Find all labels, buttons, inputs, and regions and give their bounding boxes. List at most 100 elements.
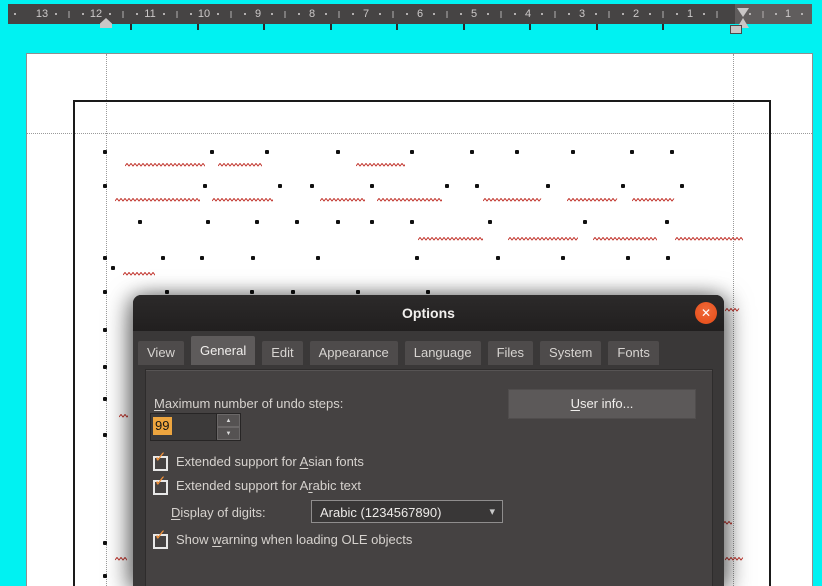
text-dot [515,150,519,154]
ruler-tick [14,13,16,15]
checkbox-checked-icon: ✓ [154,448,167,466]
ruler-tick [406,13,408,15]
spinner-buttons: ▲ ▼ [216,414,240,440]
text-dot [571,150,575,154]
text-dot [250,290,254,294]
desktop: 131211109876543211 Options ✕ ViewGeneral… [0,0,822,586]
ruler-tick [109,13,111,15]
user-info-button[interactable]: User info... [508,389,696,419]
text-dot [410,220,414,224]
spellcheck-squiggle [593,237,657,241]
ruler-number: 9 [255,4,261,24]
tab-system[interactable]: System [540,341,601,365]
ruler-number: 8 [309,4,315,24]
ruler-tick [460,13,462,15]
text-dot [278,184,282,188]
undo-steps-value[interactable]: 99 [151,414,216,440]
checkbox-arabic-label: Extended support for Arabic text [176,478,361,493]
tabstop-tick [662,24,664,30]
spellcheck-squiggle [725,557,743,561]
checkbox-asian-label: Extended support for Asian fonts [176,454,364,469]
ruler-number: 13 [36,4,48,24]
tab-appearance[interactable]: Appearance [310,341,398,365]
text-dot [316,256,320,260]
tabstop-tick [463,24,465,30]
ruler-tick [541,13,543,15]
digits-combobox[interactable]: Arabic (1234567890) ▾ [311,500,503,523]
general-tab-panel: Maximum number of undo steps: User info.… [145,369,713,586]
text-dot [561,256,565,260]
text-dot [621,184,625,188]
text-dot [111,266,115,270]
spin-down-icon: ▼ [226,431,232,437]
text-dot [210,150,214,154]
left-indent-marker[interactable] [730,25,742,34]
text-dot [295,220,299,224]
tabstop-tick [596,24,598,30]
close-button[interactable]: ✕ [695,302,717,324]
text-dot [488,220,492,224]
tab-fonts[interactable]: Fonts [608,341,659,365]
text-dot [410,150,414,154]
tabstop-tick [396,24,398,30]
ruler-tick [717,11,718,18]
ruler-number: 3 [579,4,585,24]
digits-combobox-value: Arabic (1234567890) [320,505,441,520]
frame-border-right [769,100,771,586]
horizontal-ruler[interactable]: 131211109876543211 [8,4,812,24]
text-dot [255,220,259,224]
dialog-titlebar[interactable]: Options ✕ [133,295,724,331]
ruler-tick [775,13,777,15]
ruler-tick [339,11,340,18]
ruler-tick [663,11,664,18]
ruler-tick [69,11,70,18]
text-dot [496,256,500,260]
spellcheck-squiggle [115,198,200,202]
ruler-number: 6 [417,4,423,24]
text-dot [200,256,204,260]
ruler-tick [163,13,165,15]
text-dot [370,184,374,188]
spellcheck-squiggle [483,198,542,202]
ruler-number: 1 [785,4,791,24]
spellcheck-squiggle [218,163,262,167]
ruler-tick [447,11,448,18]
ruler-tick [514,13,516,15]
ruler-tick [217,13,219,15]
tabstop-tick [130,24,132,30]
tab-files[interactable]: Files [488,341,533,365]
text-dot [103,574,107,578]
text-dot [165,290,169,294]
ruler-tick [136,13,138,15]
text-dot [470,150,474,154]
ruler-tick [379,13,381,15]
tab-view[interactable]: View [138,341,184,365]
spin-down-button[interactable]: ▼ [217,427,240,440]
ruler-tick [393,11,394,18]
digits-label: Display of digits: [171,505,266,520]
text-dot [680,184,684,188]
text-dot [103,184,107,188]
tabstop-tick [197,24,199,30]
ruler-tick [82,13,84,15]
spellcheck-squiggle [212,198,273,202]
frame-border-top [73,100,771,102]
checkbox-checked-icon: ✓ [154,526,167,544]
spellcheck-squiggle [115,557,127,561]
ruler-number: 4 [525,4,531,24]
undo-steps-label: Maximum number of undo steps: [154,396,343,411]
ruler-tick [298,13,300,15]
ruler-tick [568,13,570,15]
text-dot [546,184,550,188]
undo-steps-spinbox[interactable]: 99 ▲ ▼ [150,413,241,441]
spin-up-button[interactable]: ▲ [217,414,240,427]
text-dot [203,184,207,188]
text-dot [336,150,340,154]
tab-language[interactable]: Language [405,341,481,365]
text-dot [336,220,340,224]
tab-general[interactable]: General [191,336,255,365]
ruler-tick [123,11,124,18]
tab-edit[interactable]: Edit [262,341,302,365]
ruler-number: 5 [471,4,477,24]
spellcheck-squiggle [356,163,405,167]
